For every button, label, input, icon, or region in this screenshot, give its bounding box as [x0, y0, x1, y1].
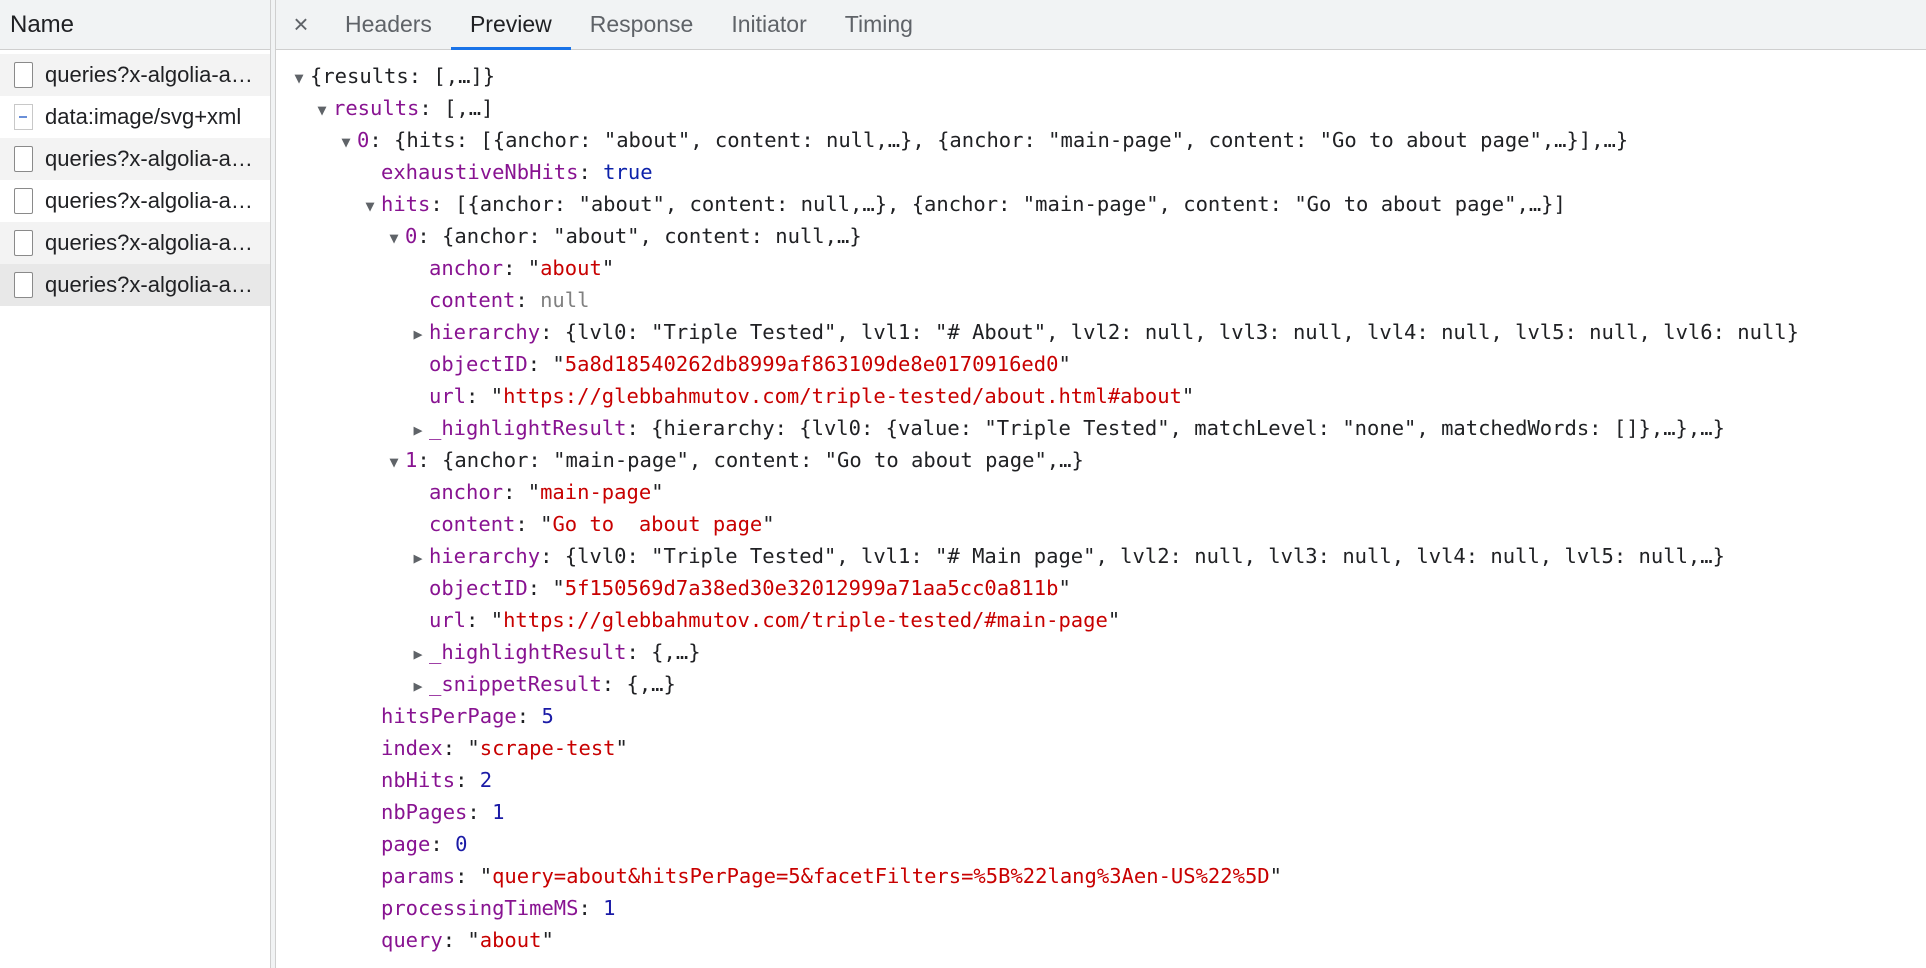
- tree-prop-objectid: objectID: "5f150569d7a38ed30e32012999a71…: [429, 576, 1071, 600]
- tree-prop-url: url: "https://glebbahmutov.com/triple-te…: [429, 384, 1195, 408]
- tree-prop-url: url: "https://glebbahmutov.com/triple-te…: [429, 608, 1121, 632]
- expanded-triangle-icon[interactable]: ▼: [383, 222, 405, 254]
- tree-prop-content: content: null: [429, 288, 590, 312]
- request-item[interactable]: data:image/svg+xml: [0, 96, 270, 138]
- tree-node-root[interactable]: ▼ {results: [,…]}: [276, 60, 1926, 92]
- expanded-triangle-icon[interactable]: ▼: [288, 62, 310, 94]
- file-icon: [14, 230, 33, 256]
- tree-prop-nbpages: nbPages: 1: [381, 800, 505, 824]
- tree-node-result-0[interactable]: ▼ 0: {hits: [{anchor: "about", content: n…: [276, 124, 1926, 156]
- tree-node-snippet-result[interactable]: ▶ _snippetResult: {,…}: [276, 668, 1926, 700]
- svg-image-icon: [14, 104, 33, 130]
- tree-node-highlight-result[interactable]: ▶ _highlightResult: {,…}: [276, 636, 1926, 668]
- file-icon: [14, 62, 33, 88]
- tree-prop-anchor: anchor: "main-page": [429, 480, 664, 504]
- tree-prop-index: index: "scrape-test": [381, 736, 628, 760]
- request-item[interactable]: queries?x-algolia-agent=Algolia: [0, 54, 270, 96]
- expanded-triangle-icon[interactable]: ▼: [383, 446, 405, 478]
- request-list: queries?x-algolia-agent=Algolia data:ima…: [0, 50, 270, 306]
- request-name: queries?x-algolia-agent=Algolia: [45, 62, 255, 87]
- close-icon[interactable]: ×: [276, 0, 326, 49]
- request-item-selected[interactable]: queries?x-algolia-agent=Algolia: [0, 264, 270, 306]
- tree-prop-objectid: objectID: "5a8d18540262db8999af863109de8…: [429, 352, 1071, 376]
- file-icon: [14, 188, 33, 214]
- request-item[interactable]: queries?x-algolia-agent=Algolia: [0, 222, 270, 264]
- tree-node-hit-1[interactable]: ▼ 1: {anchor: "main-page", content: "Go t…: [276, 444, 1926, 476]
- expanded-triangle-icon[interactable]: ▼: [311, 94, 333, 126]
- tree-node-results[interactable]: ▼ results: [,…]: [276, 92, 1926, 124]
- tree-prop-anchor: anchor: "about": [429, 256, 615, 280]
- tree-node-hierarchy[interactable]: ▶ hierarchy: {lvl0: "Triple Tested", lvl1…: [276, 316, 1926, 348]
- tree-node-highlight-result[interactable]: ▶ _highlightResult: {hierarchy: {lvl0: {v…: [276, 412, 1926, 444]
- tab-response[interactable]: Response: [571, 0, 713, 49]
- collapsed-triangle-icon[interactable]: ▶: [407, 670, 429, 702]
- tree-prop-page: page: 0: [381, 832, 468, 856]
- tab-headers[interactable]: Headers: [326, 0, 451, 49]
- tree-prop-params: params: "query=about&hitsPerPage=5&facet…: [381, 864, 1282, 888]
- expanded-triangle-icon[interactable]: ▼: [359, 190, 381, 222]
- request-details-panel: × Headers Preview Response Initiator Tim…: [276, 0, 1926, 968]
- tab-preview[interactable]: Preview: [450, 0, 571, 50]
- expanded-triangle-icon[interactable]: ▼: [335, 126, 357, 158]
- request-name: queries?x-algolia-agent=Algolia: [45, 188, 255, 213]
- name-column-header[interactable]: Name: [0, 0, 270, 50]
- tree-prop-nbhits: nbHits: 2: [381, 768, 493, 792]
- tree-prop-content: content: "Go to about page": [429, 512, 775, 536]
- tree-prop-query: query: "about": [381, 928, 554, 952]
- json-preview-tree: ▼ {results: [,…]} ▼ results: [,…] ▼ 0: {hit…: [276, 50, 1926, 956]
- tree-node-hierarchy[interactable]: ▶ hierarchy: {lvl0: "Triple Tested", lvl1…: [276, 540, 1926, 572]
- tree-prop-processingtime: processingTimeMS: 1: [381, 896, 616, 920]
- details-tabbar: × Headers Preview Response Initiator Tim…: [276, 0, 1926, 50]
- file-icon: [14, 146, 33, 172]
- request-item[interactable]: queries?x-algolia-agent=Algolia: [0, 138, 270, 180]
- collapsed-triangle-icon[interactable]: ▶: [407, 318, 429, 350]
- request-name: queries?x-algolia-agent=Algolia: [45, 230, 255, 255]
- collapsed-triangle-icon[interactable]: ▶: [407, 542, 429, 574]
- tree-node-hit-0[interactable]: ▼ 0: {anchor: "about", content: null,…}: [276, 220, 1926, 252]
- collapsed-triangle-icon[interactable]: ▶: [407, 414, 429, 446]
- collapsed-triangle-icon[interactable]: ▶: [407, 638, 429, 670]
- request-name: queries?x-algolia-agent=Algolia: [45, 146, 255, 171]
- file-icon: [14, 272, 33, 298]
- tree-node-hits[interactable]: ▼ hits: [{anchor: "about", content: null,…: [276, 188, 1926, 220]
- request-list-panel: Name queries?x-algolia-agent=Algolia dat…: [0, 0, 271, 968]
- tree-prop-hitsperpage: hitsPerPage: 5: [381, 704, 554, 728]
- request-item[interactable]: queries?x-algolia-agent=Algolia: [0, 180, 270, 222]
- tree-prop-exhaustive: exhaustiveNbHits: true: [381, 160, 653, 184]
- request-name: queries?x-algolia-agent=Algolia: [45, 272, 255, 297]
- request-name: data:image/svg+xml: [45, 104, 242, 129]
- tab-initiator[interactable]: Initiator: [712, 0, 825, 49]
- tab-timing[interactable]: Timing: [826, 0, 932, 49]
